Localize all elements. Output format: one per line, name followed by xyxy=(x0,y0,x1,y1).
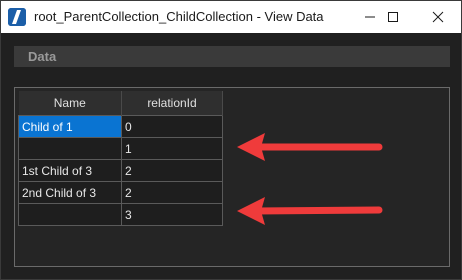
table-row[interactable]: 1st Child of 3 2 xyxy=(18,159,223,182)
data-panel-title: Data xyxy=(28,49,57,64)
cell-name[interactable]: 2nd Child of 3 xyxy=(18,181,122,204)
table-row[interactable]: Child of 1 0 xyxy=(18,115,223,138)
column-header-relationid[interactable]: relationId xyxy=(121,91,223,116)
maximize-icon xyxy=(387,11,399,23)
column-header-name[interactable]: Name xyxy=(18,91,122,116)
data-grid[interactable]: Name relationId Child of 1 0 1 1st Child… xyxy=(18,91,223,226)
header-row: Name relationId xyxy=(18,91,223,116)
table-row[interactable]: 3 xyxy=(18,203,223,226)
cell-name[interactable]: 1st Child of 3 xyxy=(18,159,122,182)
red-arrow-icon xyxy=(237,133,383,161)
data-panel-header[interactable]: Data xyxy=(14,46,450,67)
cell-name[interactable] xyxy=(18,137,122,160)
cell-name[interactable]: Child of 1 xyxy=(18,115,122,138)
data-grid-frame: Name relationId Child of 1 0 1 1st Child… xyxy=(14,87,450,267)
red-arrow-icon xyxy=(237,197,383,225)
table-row[interactable]: 1 xyxy=(18,137,223,160)
view-data-window: root_ParentCollection_ChildCollection - … xyxy=(0,0,462,280)
cell-relationid[interactable]: 0 xyxy=(121,115,223,138)
cell-relationid[interactable]: 2 xyxy=(121,181,223,204)
app-logo-icon xyxy=(8,8,26,26)
close-button[interactable] xyxy=(415,1,461,33)
cell-relationid[interactable]: 2 xyxy=(121,159,223,182)
cell-relationid[interactable]: 1 xyxy=(121,137,223,160)
cell-name[interactable] xyxy=(18,203,122,226)
title-bar[interactable]: root_ParentCollection_ChildCollection - … xyxy=(1,1,461,33)
maximize-button[interactable] xyxy=(370,1,416,33)
close-icon xyxy=(432,11,444,23)
window-title: root_ParentCollection_ChildCollection - … xyxy=(34,9,324,24)
cell-relationid[interactable]: 3 xyxy=(121,203,223,226)
table-row[interactable]: 2nd Child of 3 2 xyxy=(18,181,223,204)
